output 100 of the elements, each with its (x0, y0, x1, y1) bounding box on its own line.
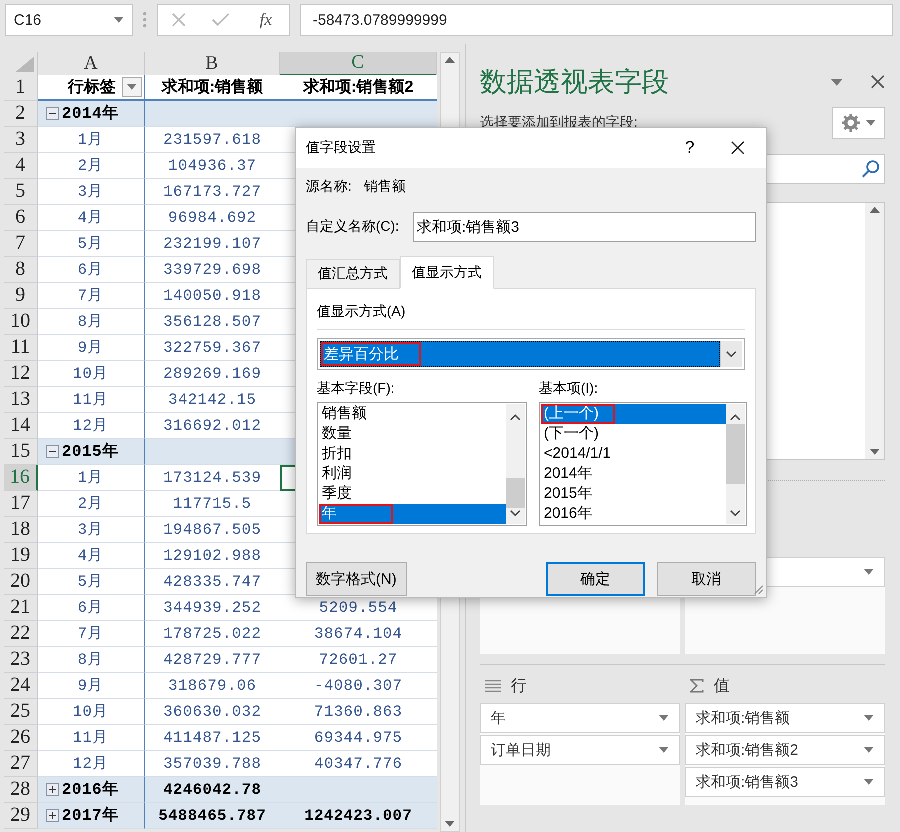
dialog-button[interactable]: 数字格式(N) (306, 562, 407, 596)
row-number[interactable]: 27 (4, 751, 38, 777)
scrollbar[interactable] (726, 404, 745, 524)
row-number[interactable]: 22 (4, 621, 38, 647)
scrollbar[interactable] (865, 203, 884, 459)
row-number[interactable]: 1 (4, 75, 38, 101)
list-label: 基本字段(F): (317, 380, 396, 398)
row-number[interactable]: 5 (4, 179, 38, 205)
table-cell: 2月 (38, 491, 145, 517)
table-cell: 9月 (38, 335, 145, 361)
table-cell: 7月 (38, 621, 145, 647)
row-number[interactable]: 17 (4, 491, 38, 517)
ok-button[interactable]: 确定 (546, 562, 645, 596)
selected-value: 差异百分比 (320, 341, 720, 367)
table-cell: 40347.776 (280, 751, 437, 777)
dropdown-button[interactable] (720, 341, 742, 367)
row-number[interactable]: 13 (4, 387, 38, 413)
header-label: 行标签 (68, 78, 116, 98)
list-item[interactable]: (上一个) (541, 404, 726, 424)
expand-icon[interactable] (46, 809, 59, 822)
input-field[interactable]: 求和项:销售额3 (413, 212, 756, 242)
check-icon[interactable] (212, 13, 230, 27)
list-item[interactable]: 2015年 (541, 484, 726, 504)
row-number[interactable]: 11 (4, 335, 38, 361)
row-number[interactable]: 21 (4, 595, 38, 621)
scroll-down-icon[interactable] (870, 449, 880, 455)
chevron-down-icon[interactable] (726, 350, 737, 358)
chevron-up-icon[interactable] (730, 414, 741, 421)
expand-icon[interactable] (46, 783, 59, 796)
scroll-down-icon[interactable] (445, 821, 455, 827)
list-item[interactable]: 2016年 (541, 504, 726, 524)
caret-icon (866, 120, 876, 126)
field-chip[interactable]: 求和项:销售额 (685, 703, 885, 733)
chevron-down-icon[interactable] (730, 510, 741, 517)
tab[interactable]: 值汇总方式 (306, 259, 400, 289)
row-number[interactable]: 19 (4, 543, 38, 569)
scroll-up-icon[interactable] (445, 57, 455, 63)
row-number[interactable]: 12 (4, 361, 38, 387)
collapse-icon[interactable] (46, 107, 59, 120)
help-button[interactable]: ? (670, 138, 710, 158)
name-box[interactable]: C16 (5, 4, 133, 36)
caret-icon (659, 715, 669, 721)
row-number[interactable]: 6 (4, 205, 38, 231)
field-chip[interactable]: 求和项:销售额2 (685, 735, 885, 765)
row-number[interactable]: 10 (4, 309, 38, 335)
row-number[interactable]: 3 (4, 127, 38, 153)
list-item[interactable]: <2014/1/1 (541, 444, 726, 464)
list-box[interactable]: 销售额 数量 折扣 利润 季度 年 (317, 402, 527, 526)
table-cell: 69344.975 (280, 725, 437, 751)
column-header[interactable]: C (280, 52, 437, 76)
tab[interactable]: 值显示方式 (400, 256, 494, 289)
row-number[interactable]: 2 (4, 101, 38, 127)
chevron-down-icon[interactable] (510, 510, 521, 517)
table-cell: 4月 (38, 205, 145, 231)
settings-button[interactable] (832, 107, 885, 139)
field-chip[interactable]: 求和项:销售额3 (685, 767, 885, 797)
list-box[interactable]: (上一个) (下一个) <2014/1/1 2014年 2015年 2016年 (539, 402, 747, 526)
chevron-up-icon[interactable] (510, 414, 521, 421)
table-cell: 9月 (38, 673, 145, 699)
row-number[interactable]: 24 (4, 673, 38, 699)
list-item[interactable]: 季度 (319, 484, 506, 504)
list-item[interactable]: 利润 (319, 464, 506, 484)
list-item[interactable]: 年 (319, 504, 506, 524)
row-number[interactable]: 25 (4, 699, 38, 725)
row-number[interactable]: 4 (4, 153, 38, 179)
close-icon[interactable] (871, 75, 885, 89)
list-item[interactable]: 销售额 (319, 404, 506, 424)
resize-grip-icon[interactable] (752, 583, 764, 595)
field-chip[interactable]: 年 (480, 703, 680, 733)
row-number[interactable]: 20 (4, 569, 38, 595)
collapse-icon[interactable] (46, 445, 59, 458)
insert-function-button[interactable]: fx (256, 10, 276, 30)
dropdown[interactable]: 差异百分比 (317, 338, 745, 370)
row-number[interactable]: 28 (4, 777, 38, 803)
row-number[interactable]: 26 (4, 725, 38, 751)
dropdown-icon[interactable] (831, 78, 843, 86)
filter-button[interactable] (122, 77, 142, 97)
row-number[interactable]: 9 (4, 283, 38, 309)
table-cell: 5488465.787 (145, 803, 280, 829)
row-number[interactable]: 7 (4, 231, 38, 257)
formula-field[interactable]: -58473.0789999999 (300, 4, 893, 36)
field-chip[interactable]: 订单日期 (480, 735, 680, 765)
row-number[interactable]: 29 (4, 803, 38, 829)
list-item[interactable]: 折扣 (319, 444, 506, 464)
scrollbar[interactable] (506, 404, 525, 524)
row-number[interactable]: 16 (4, 465, 38, 491)
scroll-up-icon[interactable] (870, 207, 880, 213)
row-number[interactable]: 8 (4, 257, 38, 283)
table-cell: 5月 (38, 569, 145, 595)
row-number[interactable]: 14 (4, 413, 38, 439)
table-cell: 5月 (38, 231, 145, 257)
group-label: 值显示方式(A) (317, 303, 745, 330)
list-item[interactable]: 数量 (319, 424, 506, 444)
table-cell: 318679.06 (145, 673, 280, 699)
dialog-button[interactable]: 取消 (657, 562, 756, 596)
row-number[interactable]: 18 (4, 517, 38, 543)
row-number[interactable]: 15 (4, 439, 38, 465)
list-item[interactable]: (下一个) (541, 424, 726, 444)
list-item[interactable]: 2014年 (541, 464, 726, 484)
row-number[interactable]: 23 (4, 647, 38, 673)
